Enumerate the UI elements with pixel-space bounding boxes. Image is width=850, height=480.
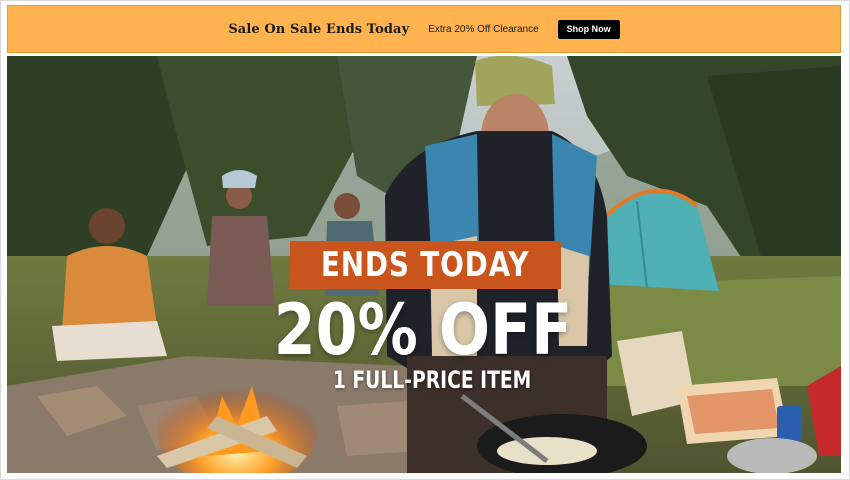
banner-title: Sale On Sale Ends Today: [228, 21, 410, 37]
shop-now-button[interactable]: Shop Now: [557, 19, 620, 39]
hero-photo: [7, 56, 841, 473]
hero-image-link[interactable]: ENDS TODAY 20% OFF 1 FULL-PRICE ITEM: [7, 56, 841, 473]
banner-subtitle: Extra 20% Off Clearance: [428, 23, 539, 35]
promo-banner: Sale On Sale Ends Today Extra 20% Off Cl…: [7, 5, 841, 53]
